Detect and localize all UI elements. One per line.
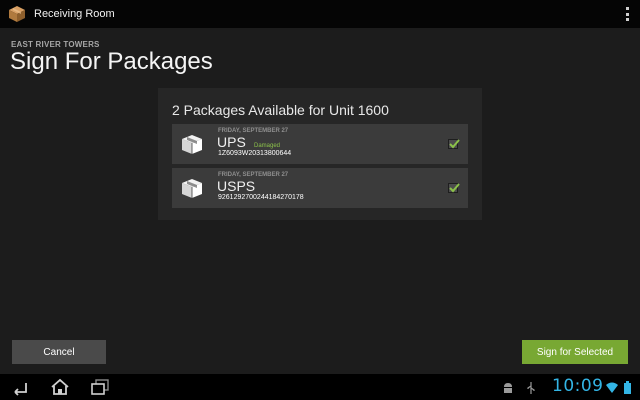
package-status-badge: Damaged bbox=[254, 143, 281, 149]
checkmark-icon bbox=[449, 183, 460, 193]
app-title: Receiving Room bbox=[34, 8, 115, 20]
system-navigation-bar: 10:09 bbox=[0, 374, 640, 400]
package-icon bbox=[182, 135, 202, 154]
panel-title: 2 Packages Available for Unit 1600 bbox=[172, 102, 389, 118]
recent-apps-icon[interactable] bbox=[90, 378, 110, 396]
package-carrier: UPS bbox=[217, 134, 246, 150]
overflow-menu-icon[interactable] bbox=[622, 6, 632, 22]
action-bar: Receiving Room bbox=[0, 0, 640, 28]
package-row[interactable]: FRIDAY, SEPTEMBER 27 UPS Damaged 1Z6093W… bbox=[172, 124, 468, 164]
usb-icon bbox=[527, 382, 535, 394]
package-checkbox[interactable] bbox=[448, 183, 460, 193]
clock: 10:09 bbox=[552, 376, 604, 396]
package-icon bbox=[182, 179, 202, 198]
checkmark-icon bbox=[449, 139, 460, 149]
wifi-icon bbox=[606, 382, 618, 393]
cancel-button[interactable]: Cancel bbox=[12, 340, 106, 364]
package-tracking-number: 9261292700244184270178 bbox=[218, 194, 304, 201]
packages-panel: 2 Packages Available for Unit 1600 FRIDA… bbox=[158, 88, 482, 220]
package-row[interactable]: FRIDAY, SEPTEMBER 27 USPS 92612927002441… bbox=[172, 168, 468, 208]
package-checkbox[interactable] bbox=[448, 139, 460, 149]
battery-icon bbox=[624, 381, 631, 394]
page-title: Sign For Packages bbox=[10, 48, 213, 75]
sign-for-selected-button[interactable]: Sign for Selected bbox=[522, 340, 628, 364]
package-carrier: USPS bbox=[217, 178, 256, 194]
package-box-icon bbox=[9, 6, 25, 22]
home-icon[interactable] bbox=[50, 378, 70, 396]
screen: Receiving Room EAST RIVER TOWERS Sign Fo… bbox=[0, 0, 640, 400]
back-icon[interactable] bbox=[10, 378, 30, 396]
package-tracking-number: 1Z6093W20313800644 bbox=[218, 150, 292, 157]
android-icon bbox=[504, 383, 512, 393]
